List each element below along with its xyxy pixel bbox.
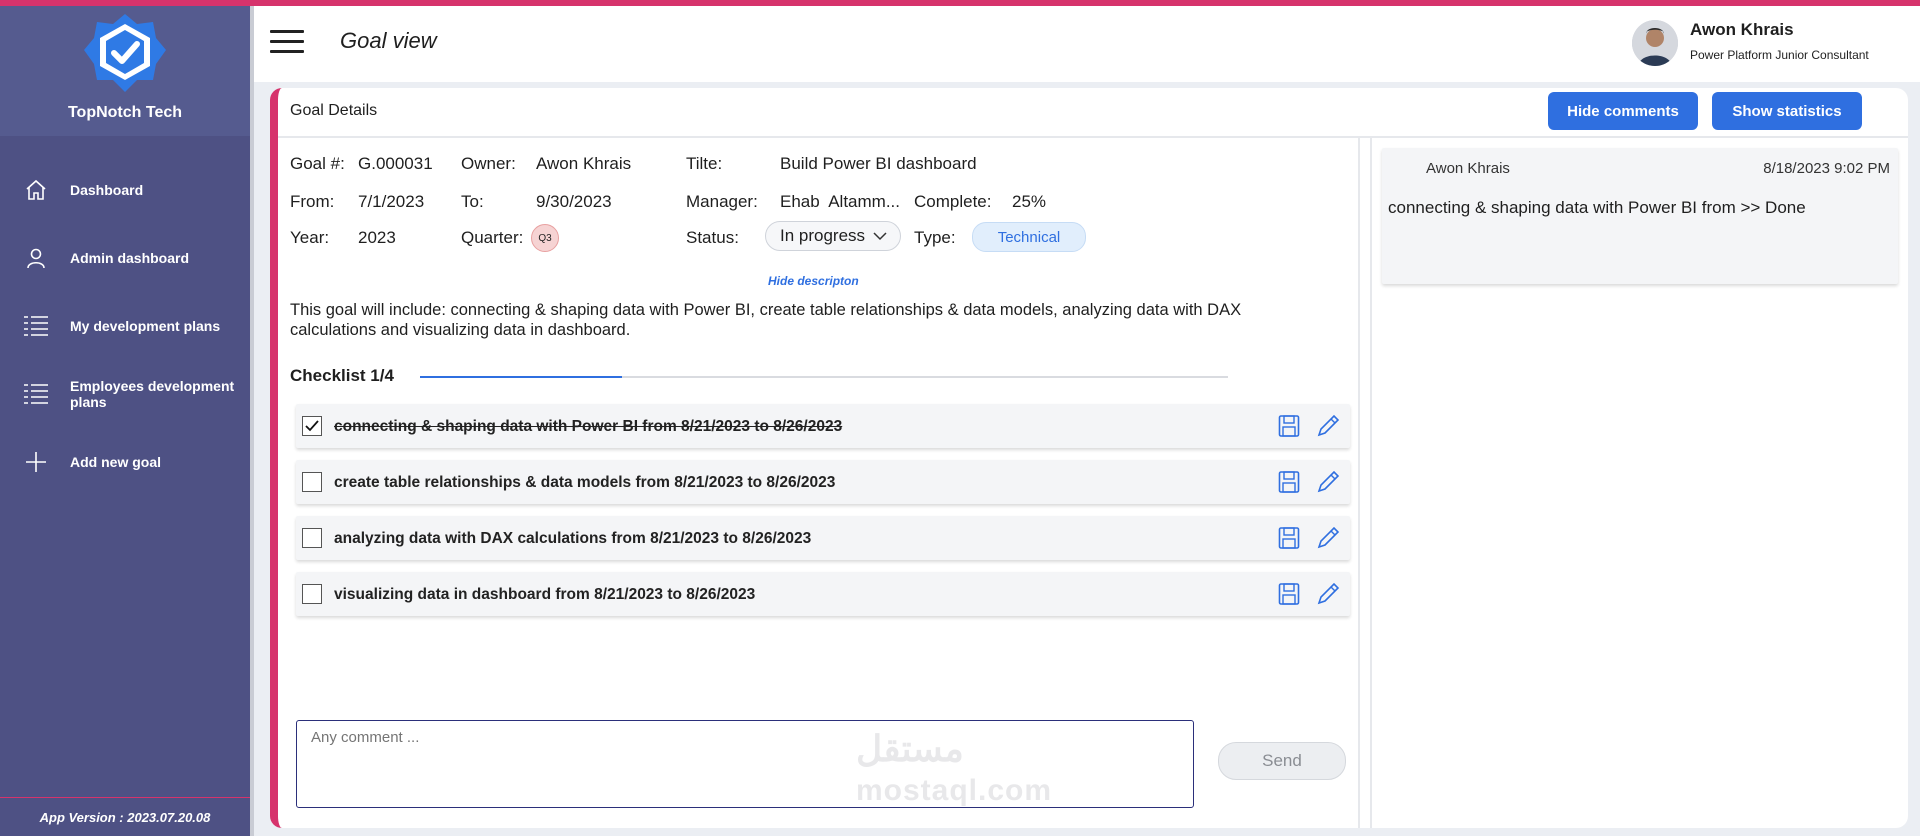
complete-label: Complete: — [914, 192, 992, 211]
manager-value: Ehab Altamm... — [780, 192, 900, 211]
save-icon[interactable] — [1278, 470, 1300, 494]
sidebar-item-my-development-plans[interactable]: My development plans — [0, 292, 250, 360]
checklist-item-text: analyzing data with DAX calculations fro… — [334, 530, 812, 547]
brand: TopNotch Tech — [0, 6, 250, 136]
to-label: To: — [461, 192, 484, 211]
comment-card: Awon Khrais 8/18/2023 9:02 PM connecting… — [1382, 148, 1898, 284]
edit-icon[interactable] — [1316, 470, 1340, 494]
checklist-item-text: connecting & shaping data with Power BI … — [334, 418, 843, 435]
checklist-checkbox[interactable] — [302, 528, 322, 548]
title-value: Build Power BI dashboard — [780, 154, 977, 173]
list-icon — [22, 380, 50, 408]
checklist-item-text: visualizing data in dashboard from 8/21/… — [334, 586, 756, 603]
checklist-item-text: create table relationships & data models… — [334, 474, 836, 491]
hide-description-link[interactable]: Hide descripton — [768, 274, 859, 288]
edit-icon[interactable] — [1316, 526, 1340, 550]
checklist-checkbox[interactable] — [302, 472, 322, 492]
watermark-domain: mostaql.com — [856, 774, 1053, 807]
status-dropdown[interactable]: In progress — [765, 221, 901, 251]
from-value: 7/1/2023 — [358, 192, 425, 211]
sidebar-item-label: Add new goal — [70, 454, 161, 470]
status-value: In progress — [780, 226, 866, 245]
header: Goal view Awon Khrais Power Platform Jun… — [254, 6, 1920, 82]
from-label: From: — [290, 192, 335, 211]
brand-name: TopNotch Tech — [67, 104, 183, 121]
sidebar-divider — [250, 6, 254, 836]
goal-info-pane: Goal #: G.000031 Owner: Awon Khrais Tilt… — [278, 138, 1360, 828]
save-icon[interactable] — [1278, 582, 1300, 606]
manager-label: Manager: — [686, 192, 758, 211]
comment-text: connecting & shaping data with Power BI … — [1388, 198, 1806, 217]
sidebar: TopNotch Tech Dashboard Admin dashboard … — [0, 6, 250, 836]
year-value: 2023 — [358, 228, 396, 247]
quarter-label: Quarter: — [461, 228, 524, 247]
chevron-down-icon — [873, 232, 887, 241]
show-statistics-button[interactable]: Show statistics — [1712, 92, 1862, 130]
page-title: Goal view — [340, 28, 437, 53]
sidebar-item-add-new-goal[interactable]: Add new goal — [0, 428, 250, 496]
title-label: Tilte: — [686, 154, 723, 173]
goal-description: This goal will include: connecting & sha… — [290, 301, 1242, 339]
comments-pane: Awon Khrais 8/18/2023 9:02 PM connecting… — [1370, 138, 1908, 828]
watermark-arabic: مستقل — [856, 728, 964, 769]
logo-icon — [84, 14, 166, 92]
status-label: Status: — [686, 228, 739, 247]
owner-label: Owner: — [461, 154, 516, 173]
hide-comments-button[interactable]: Hide comments — [1548, 92, 1698, 130]
checklist-progress — [420, 376, 1228, 378]
save-icon[interactable] — [1278, 414, 1300, 438]
edit-icon[interactable] — [1316, 582, 1340, 606]
quarter-badge: Q3 — [531, 224, 559, 252]
to-value: 9/30/2023 — [536, 192, 612, 211]
comment-date: 8/18/2023 9:02 PM — [1763, 160, 1890, 177]
checklist-item: analyzing data with DAX calculations fro… — [296, 516, 1350, 560]
goal-number-value: G.000031 — [358, 154, 433, 173]
checklist-progress-fill — [420, 376, 622, 378]
sidebar-item-label: Dashboard — [70, 182, 144, 198]
check-icon — [305, 420, 319, 432]
save-icon[interactable] — [1278, 526, 1300, 550]
watermark: مستقل mostaql.com — [856, 728, 1052, 812]
sidebar-item-admin-dashboard[interactable]: Admin dashboard — [0, 224, 250, 292]
hamburger-menu-button[interactable] — [270, 30, 304, 58]
user-role: Power Platform Junior Consultant — [1690, 48, 1869, 62]
complete-value: 25% — [1012, 192, 1047, 211]
comment-author: Awon Khrais — [1426, 160, 1510, 177]
home-icon — [22, 176, 50, 204]
user-icon — [22, 244, 50, 272]
checklist-checkbox[interactable] — [302, 584, 322, 604]
type-badge: Technical — [972, 222, 1086, 252]
send-button[interactable]: Send — [1218, 742, 1346, 780]
owner-value: Awon Khrais — [536, 154, 632, 173]
edit-icon[interactable] — [1316, 414, 1340, 438]
checklist-item: create table relationships & data models… — [296, 460, 1350, 504]
checklist-title: Checklist 1/4 — [290, 366, 394, 385]
sidebar-item-label: My development plans — [70, 318, 221, 334]
avatar[interactable] — [1632, 20, 1678, 66]
checklist-checkbox[interactable] — [302, 416, 322, 436]
sidebar-item-label: Employees development plans — [70, 378, 235, 410]
comment-input[interactable] — [296, 720, 1194, 808]
year-label: Year: — [290, 228, 330, 247]
type-label: Type: — [914, 228, 956, 247]
sidebar-item-dashboard[interactable]: Dashboard — [0, 156, 250, 224]
card-header: Goal Details Hide comments Show statisti… — [278, 88, 1908, 138]
sidebar-item-employees-development-plans[interactable]: Employees development plans — [0, 360, 250, 428]
goal-details-card: Goal Details Hide comments Show statisti… — [270, 88, 1908, 828]
card-title: Goal Details — [290, 102, 378, 119]
user-name: Awon Khrais — [1690, 20, 1794, 39]
app-version: App Version : 2023.07.20.08 — [0, 797, 250, 836]
checklist-item: connecting & shaping data with Power BI … — [296, 404, 1350, 448]
goal-number-label: Goal #: — [290, 154, 345, 173]
sidebar-item-label: Admin dashboard — [70, 250, 190, 266]
checklist-item: visualizing data in dashboard from 8/21/… — [296, 572, 1350, 616]
sidebar-nav: Dashboard Admin dashboard My development… — [0, 156, 250, 496]
list-icon — [22, 312, 50, 340]
plus-icon — [22, 448, 50, 476]
